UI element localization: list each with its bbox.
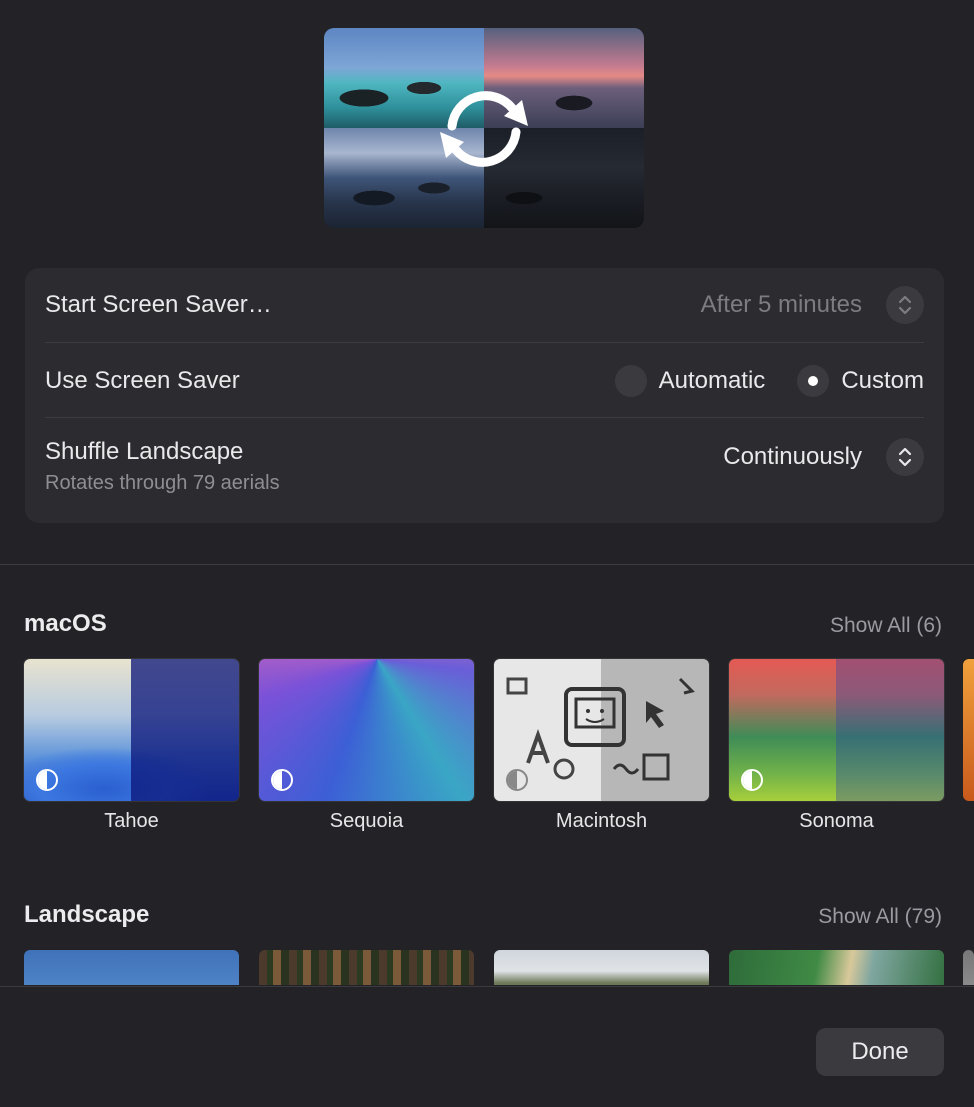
done-button[interactable]: Done: [816, 1028, 944, 1076]
shuffle-frequency-value[interactable]: Continuously: [723, 443, 862, 471]
start-screen-saver-label: Start Screen Saver…: [45, 291, 272, 318]
wallpaper-tile-sequoia[interactable]: [259, 659, 474, 801]
chevron-up-down-icon: [898, 447, 912, 467]
use-screen-saver-row: Use Screen Saver Automatic Custom: [45, 362, 924, 400]
start-screen-saver-value[interactable]: After 5 minutes: [701, 291, 862, 319]
wallpaper-label-sequoia: Sequoia: [329, 810, 404, 832]
custom-radio[interactable]: [797, 365, 830, 397]
row-divider: [45, 417, 924, 418]
shuffle-landscape-row: Shuffle Landscape Rotates through 79 aer…: [45, 438, 924, 504]
wallpaper-tile-macintosh[interactable]: [494, 659, 709, 801]
dynamic-wallpaper-icon: [36, 769, 58, 791]
wallpaper-label-macintosh: Macintosh: [555, 810, 648, 832]
landscape-tile[interactable]: [729, 950, 944, 985]
automatic-label: Automatic: [658, 367, 766, 394]
start-screen-saver-stepper[interactable]: [886, 286, 924, 324]
dynamic-wallpaper-icon: [271, 769, 293, 791]
radio-selected-dot: [808, 376, 819, 386]
macos-show-all-button[interactable]: Show All (6): [830, 614, 942, 638]
dynamic-wallpaper-icon: [506, 769, 528, 791]
shuffle-landscape-label: Shuffle Landscape: [45, 438, 244, 465]
chevron-up-down-icon: [898, 295, 912, 315]
wallpaper-tile-tahoe[interactable]: [24, 659, 239, 801]
wallpaper-label-sonoma: Sonoma: [799, 810, 874, 832]
settings-card: Start Screen Saver… After 5 minutes Use …: [25, 268, 944, 523]
custom-label: Custom: [841, 367, 924, 394]
shuffle-landscape-sublabel: Rotates through 79 aerials: [45, 472, 280, 494]
macos-section-title: macOS: [24, 610, 107, 637]
landscape-row: [0, 948, 974, 985]
custom-option[interactable]: Custom: [797, 365, 924, 397]
wallpaper-tile-sonoma[interactable]: [729, 659, 944, 801]
landscape-tile[interactable]: [24, 950, 239, 985]
landscape-section-title: Landscape: [24, 901, 150, 928]
landscape-tile[interactable]: [494, 950, 709, 985]
row-divider: [45, 342, 924, 343]
start-screen-saver-row: Start Screen Saver… After 5 minutes: [45, 286, 924, 324]
section-separator: [0, 564, 974, 565]
dynamic-wallpaper-icon: [741, 769, 763, 791]
wallpaper-tile-partial[interactable]: [963, 659, 974, 801]
automatic-option[interactable]: Automatic: [614, 365, 766, 397]
landscape-tile[interactable]: [259, 950, 474, 985]
automatic-radio[interactable]: [614, 365, 647, 397]
wallpaper-label-tahoe: Tahoe: [104, 810, 159, 832]
use-screen-saver-label: Use Screen Saver: [45, 367, 240, 394]
shuffle-frequency-stepper[interactable]: [886, 438, 924, 476]
landscape-show-all-button[interactable]: Show All (79): [818, 905, 942, 929]
shuffle-arrows-icon: [440, 91, 528, 167]
landscape-tile[interactable]: [963, 950, 974, 985]
